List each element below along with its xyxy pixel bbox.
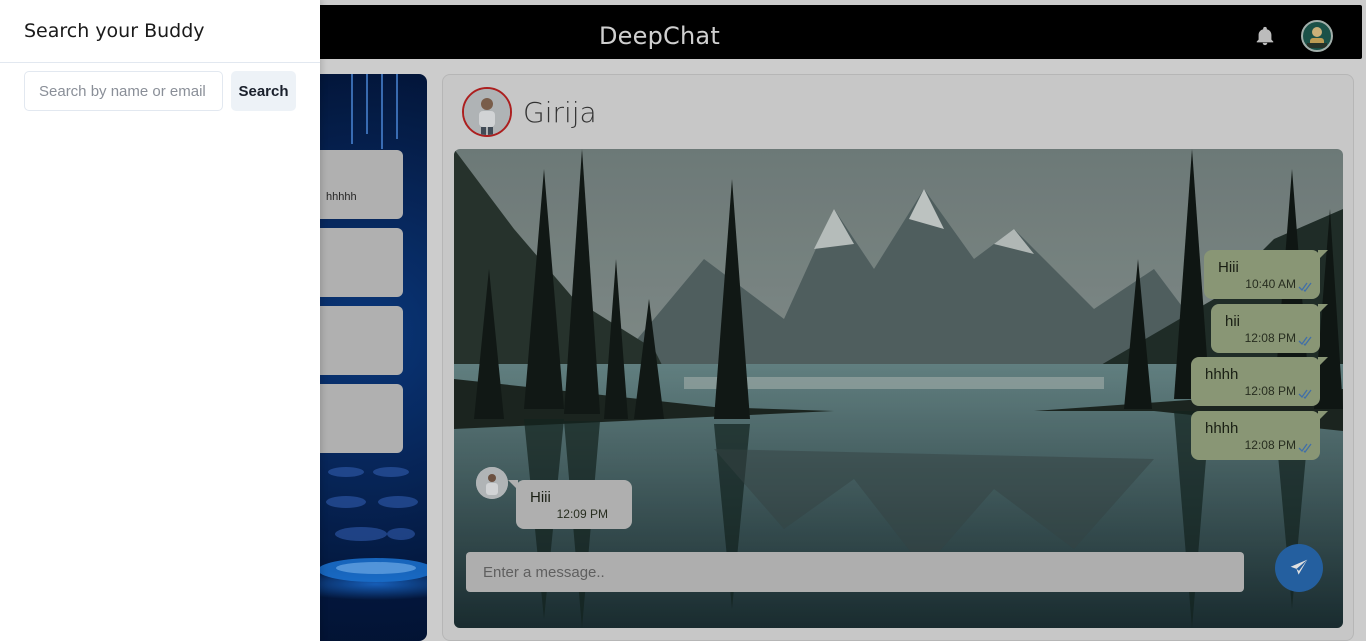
- message-bubble-sent[interactable]: Hiii 10:40 AM: [1204, 250, 1328, 299]
- sender-avatar: [476, 467, 508, 499]
- search-button[interactable]: Search: [231, 71, 296, 111]
- message-bubble-sent[interactable]: hhhh 12:08 PM: [1191, 411, 1328, 460]
- message-input[interactable]: [466, 552, 1244, 592]
- double-check-icon: [1298, 336, 1312, 346]
- message-text: hhhh: [1205, 420, 1239, 437]
- avatar[interactable]: [1301, 20, 1333, 52]
- message-time: 12:09 PM: [556, 507, 608, 521]
- contact-avatar[interactable]: [462, 87, 512, 137]
- message-bubble-received[interactable]: Hiii 12:09 PM: [508, 480, 632, 529]
- bell-icon[interactable]: [1254, 25, 1276, 47]
- message-text: hhhh: [1205, 366, 1239, 383]
- message-bubble-sent[interactable]: hhhh 12:08 PM: [1191, 357, 1328, 406]
- double-check-icon: [1298, 389, 1312, 399]
- message-time: 12:08 PM: [1244, 331, 1296, 345]
- contact-name: Girija: [523, 96, 597, 129]
- app-brand: DeepChat: [599, 22, 720, 50]
- message-time: 12:08 PM: [1244, 438, 1296, 452]
- drawer-title: Search your Buddy: [24, 20, 205, 42]
- message-time: 10:40 AM: [1245, 277, 1296, 291]
- double-check-icon: [1298, 443, 1312, 453]
- message-text: Hiii: [1218, 259, 1239, 276]
- double-check-icon: [1298, 282, 1312, 292]
- drawer-divider: [0, 62, 320, 63]
- send-button[interactable]: [1275, 544, 1323, 592]
- search-drawer: Search your Buddy Search: [0, 0, 320, 641]
- message-text: Hiii: [530, 489, 551, 506]
- search-input[interactable]: [24, 71, 223, 111]
- message-bubble-sent[interactable]: hii 12:08 PM: [1211, 304, 1328, 353]
- message-time: 12:08 PM: [1244, 384, 1296, 398]
- paper-plane-icon: [1290, 559, 1308, 575]
- message-text: hii: [1225, 313, 1241, 330]
